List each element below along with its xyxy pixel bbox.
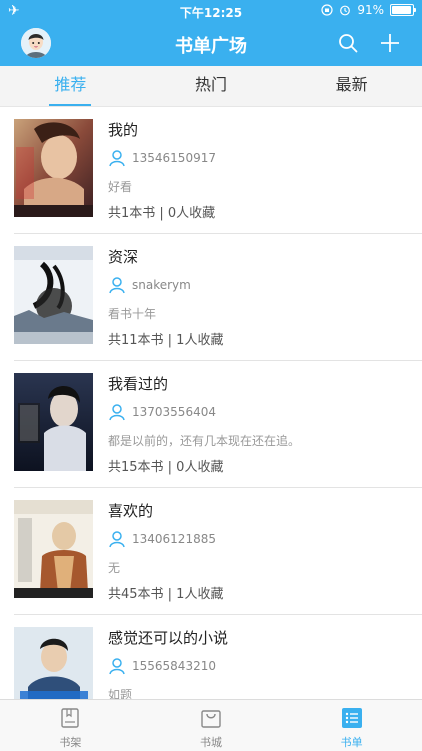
booklist-title: 资深	[108, 248, 139, 266]
booklist-item[interactable]: 我的 13546150917 好看 共1本书 | 0人收藏	[14, 107, 422, 234]
booklist-author: 13406121885	[108, 527, 422, 551]
bottom-tab-bar: 书架 书城 书单	[0, 699, 422, 751]
user-icon	[109, 404, 125, 421]
booklist-stats: 共15本书 | 0人收藏	[108, 460, 224, 475]
booklist-description: 无	[108, 561, 121, 575]
booklist-author: 15565843210	[108, 654, 422, 678]
status-right: 91%	[321, 3, 416, 17]
segment-tabs: 推荐 热门 最新	[0, 66, 422, 107]
book-cover-image	[14, 246, 93, 344]
tab-popular[interactable]: 热门	[141, 66, 282, 106]
add-booklist-button[interactable]	[377, 30, 403, 56]
booklist-item[interactable]: 资深 snakerym 看书十年 共11本书 | 1人收藏	[14, 234, 422, 361]
tab-bookstore[interactable]: 书城	[141, 700, 282, 751]
booklist-description: 看书十年	[108, 307, 157, 321]
bookstore-bag-icon	[201, 710, 221, 728]
booklist-title: 感觉还可以的小说	[108, 629, 229, 647]
book-cover-image	[14, 119, 93, 217]
book-cover-image	[14, 500, 93, 598]
booklist-item[interactable]: 我看过的 13703556404 都是以前的，还有几本现在还在追。 共15本书 …	[14, 361, 422, 488]
author-name: 15565843210	[132, 659, 216, 673]
author-name: 13703556404	[132, 405, 216, 419]
booklist-author: snakerym	[108, 273, 422, 297]
booklist-list[interactable]: 我的 13546150917 好看 共1本书 | 0人收藏 资深 snakery…	[0, 107, 422, 699]
booklist-title: 喜欢的	[108, 502, 154, 520]
bookshelf-icon	[61, 708, 80, 728]
user-icon	[109, 531, 125, 548]
booklist-stats: 共1本书 | 0人收藏	[108, 206, 216, 221]
top-bar: ✈ 下午12:25 91% 书单广场	[0, 0, 422, 66]
user-icon	[109, 150, 125, 167]
author-name: 13406121885	[132, 532, 216, 546]
nav-bar: 书单广场	[0, 22, 422, 66]
user-icon	[109, 658, 125, 675]
booklist-title: 我的	[108, 121, 139, 139]
search-button[interactable]	[335, 30, 361, 56]
booklist-stats: 共45本书 | 1人收藏	[108, 587, 224, 602]
booklist-description: 好看	[108, 180, 133, 194]
battery-icon	[390, 4, 416, 16]
booklist-item[interactable]: 感觉还可以的小说 15565843210 如题	[14, 615, 422, 699]
tab-bookshelf-label: 书架	[59, 736, 82, 749]
plus-icon	[381, 34, 399, 52]
orientation-lock-icon	[321, 4, 333, 16]
user-icon	[109, 277, 125, 294]
alarm-icon	[340, 5, 351, 16]
booklist-item[interactable]: 喜欢的 13406121885 无 共45本书 | 1人收藏	[14, 488, 422, 615]
booklist-stats: 共11本书 | 1人收藏	[108, 333, 224, 348]
book-cover-image	[14, 627, 93, 699]
tab-latest[interactable]: 最新	[281, 66, 422, 106]
booklist-description: 如题	[108, 688, 133, 699]
tab-bookshelf[interactable]: 书架	[0, 700, 141, 751]
booklist-title: 我看过的	[108, 375, 169, 393]
author-name: 13546150917	[132, 151, 216, 165]
author-name: snakerym	[132, 278, 191, 292]
book-cover-image	[14, 373, 93, 471]
booklist-description: 都是以前的，还有几本现在还在追。	[108, 434, 301, 448]
search-icon	[339, 34, 358, 53]
tab-bookstore-label: 书城	[200, 736, 222, 749]
booklist-author: 13703556404	[108, 400, 422, 424]
tab-recommended[interactable]: 推荐	[0, 66, 141, 106]
tab-booklist[interactable]: 书单	[281, 700, 422, 751]
battery-percent: 91%	[357, 3, 384, 17]
tab-booklist-label: 书单	[340, 736, 363, 749]
booklist-author: 13546150917	[108, 146, 422, 170]
status-bar: ✈ 下午12:25 91%	[0, 0, 422, 22]
booklist-icon	[341, 708, 362, 728]
